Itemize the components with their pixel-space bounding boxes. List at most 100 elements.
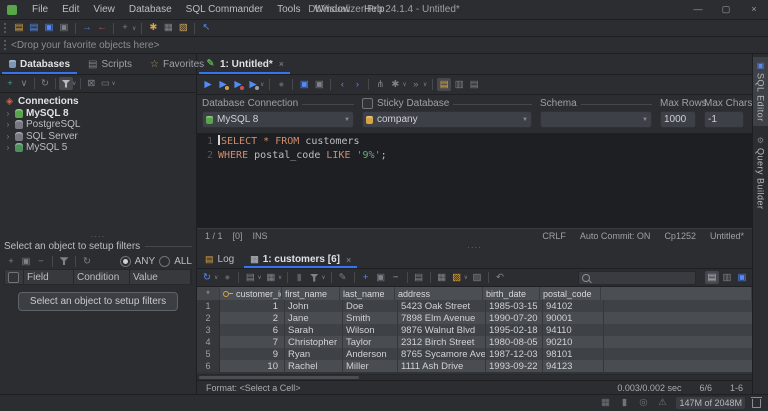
row-number-cell[interactable]: 6 (197, 360, 220, 372)
compare-icon[interactable]: ▨ (470, 271, 484, 284)
menu-edit[interactable]: Edit (55, 2, 86, 17)
minimize-button[interactable]: — (684, 4, 712, 15)
history-icon[interactable]: ▥ (452, 78, 466, 91)
position-indicator-icon[interactable]: ◎ (636, 397, 650, 410)
execute-explain-icon[interactable]: ▶ (231, 78, 245, 91)
column-header-first_name[interactable]: first_name (282, 287, 340, 300)
save-as-icon[interactable]: ▣ (312, 78, 326, 91)
insert-row-icon[interactable]: + (359, 271, 373, 284)
execute-current-icon[interactable]: ▶ (216, 78, 230, 91)
grid-cell[interactable]: 8765 Sycamore Avenue (398, 348, 486, 360)
grid-cell[interactable]: Anderson (343, 348, 398, 360)
connection-select[interactable]: MySQL 8 ▼ (202, 111, 354, 128)
grid-cell[interactable]: Rachel (285, 360, 343, 372)
record-icon[interactable]: ● (220, 271, 234, 284)
grid-cell[interactable]: Ryan (285, 348, 343, 360)
tree-item-postgresql[interactable]: ›PostgreSQL (4, 119, 196, 131)
column-header-birth_date[interactable]: birth_date (483, 287, 540, 300)
column-header-address[interactable]: address (395, 287, 483, 300)
grid-corner-cell[interactable]: * (197, 287, 220, 300)
grid-indicator-icon[interactable]: ▦ (598, 397, 612, 410)
menu-view[interactable]: View (86, 2, 122, 17)
add-connection-icon[interactable]: + (3, 77, 17, 90)
delete-row-icon[interactable]: − (389, 271, 403, 284)
float-window-icon[interactable]: ▭ (98, 77, 112, 90)
sidebar-tab-scripts[interactable]: ▤Scripts (79, 54, 141, 74)
grid-cell[interactable]: 1990-07-20 (486, 312, 543, 324)
filter-icon[interactable] (59, 77, 73, 90)
horizontal-scrollbar[interactable] (197, 374, 752, 380)
row-number-cell[interactable]: 2 (197, 312, 220, 324)
tree-item-mysql-8[interactable]: ›MySQL 8 (4, 108, 196, 120)
grid-cell[interactable]: 2 (220, 312, 285, 324)
grid-cell[interactable]: 1995-02-18 (486, 324, 543, 336)
comment-icon[interactable]: ▤ (437, 78, 451, 91)
database-select[interactable]: company ▼ (362, 111, 532, 128)
column-header-postal_code[interactable]: postal_code (540, 287, 601, 300)
results-splitter[interactable]: ···· (197, 243, 752, 251)
chevron-down-icon[interactable]: ∨ (321, 274, 325, 281)
create-connection-icon[interactable]: + (118, 22, 132, 35)
grid-cell[interactable]: Christopher (285, 336, 343, 348)
grid-cell[interactable]: 6 (220, 324, 285, 336)
grid-cell[interactable]: Sarah (285, 324, 343, 336)
close-tab-icon[interactable]: × (346, 255, 351, 265)
menu-file[interactable]: File (25, 2, 55, 17)
grid-cell[interactable]: 98101 (543, 348, 604, 360)
editor-status-segment[interactable]: Auto Commit: ON (580, 231, 651, 241)
execute-icon[interactable]: ▶ (201, 78, 215, 91)
editor-status-segment[interactable]: Untitled* (710, 231, 744, 241)
all-radio[interactable] (159, 256, 170, 267)
duplicate-row-icon[interactable]: ▣ (374, 271, 388, 284)
export-icon[interactable]: ▤ (243, 271, 257, 284)
edit-cell-icon[interactable]: ✎ (336, 271, 350, 284)
open-recent-icon[interactable]: ▤ (27, 22, 41, 35)
filter-icon[interactable] (307, 271, 321, 284)
connect-icon[interactable]: → (80, 22, 94, 35)
grid-cell[interactable]: 94102 (543, 300, 604, 312)
grid-cell[interactable]: 90210 (543, 336, 604, 348)
back-icon[interactable]: ‹ (335, 78, 349, 91)
grid-cell[interactable]: 90001 (543, 312, 604, 324)
collapse-all-icon[interactable]: ⊠ (84, 77, 98, 90)
schema-select[interactable]: ▼ (540, 111, 652, 128)
script-row-icon[interactable]: ▤ (412, 271, 426, 284)
describe-icon[interactable]: ▦ (435, 271, 449, 284)
sticky-database-checkbox[interactable] (362, 98, 373, 109)
chevron-down-icon[interactable]: ∨ (423, 81, 427, 88)
rowset-icon[interactable]: ▦ (264, 271, 278, 284)
select-all-checkbox[interactable] (8, 272, 19, 283)
tree-item-sql-server[interactable]: ›SQL Server (4, 131, 196, 143)
grid-cell[interactable]: 2312 Birch Street (398, 336, 486, 348)
tree-root-connections[interactable]: ◈ Connections (4, 96, 196, 108)
tab-untitled[interactable]: ✎ 1: Untitled* × (197, 54, 292, 74)
permalink-icon[interactable]: ⋔ (373, 78, 387, 91)
close-tab-icon[interactable]: × (279, 59, 284, 69)
grid-cell[interactable]: 94123 (543, 360, 604, 372)
right-tab-query-builder[interactable]: ⚙Query Builder (753, 132, 768, 214)
undo-icon[interactable]: ↶ (493, 271, 507, 284)
table-row[interactable]: 610RachelMiller1111 Ash Drive1993-09-229… (197, 360, 752, 372)
execute-script-icon[interactable]: ▶ (246, 78, 260, 91)
menu-tools[interactable]: Tools (270, 2, 307, 17)
memory-indicator[interactable]: 147M of 2048M (676, 397, 745, 409)
format-sql-icon[interactable]: ✱ (388, 78, 402, 91)
favorites-drag-handle[interactable] (4, 40, 7, 50)
garbage-collect-icon[interactable] (752, 399, 761, 408)
chevron-down-icon[interactable]: ∨ (260, 81, 264, 88)
copy-filter-icon[interactable]: ▣ (19, 255, 33, 268)
bookmarks-icon[interactable]: ▧ (176, 22, 190, 35)
expand-chevron-icon[interactable]: › (4, 132, 12, 141)
tool-properties-icon[interactable]: ▦ (161, 22, 175, 35)
sidebar-splitter[interactable]: ···· (0, 232, 196, 240)
column-header-customer_id[interactable]: customer_id (220, 287, 282, 300)
apply-filter-icon[interactable] (57, 255, 71, 268)
close-button[interactable]: × (740, 4, 768, 15)
max-chars-field[interactable] (704, 111, 744, 128)
grid-cell[interactable]: Doe (343, 300, 398, 312)
form-view-icon[interactable]: ▥ (720, 271, 734, 284)
chevron-down-icon[interactable]: ∨ (402, 81, 406, 88)
refresh-filter-icon[interactable]: ↻ (80, 255, 94, 268)
menu-database[interactable]: Database (122, 2, 179, 17)
driver-manager-icon[interactable]: ✱ (146, 22, 160, 35)
